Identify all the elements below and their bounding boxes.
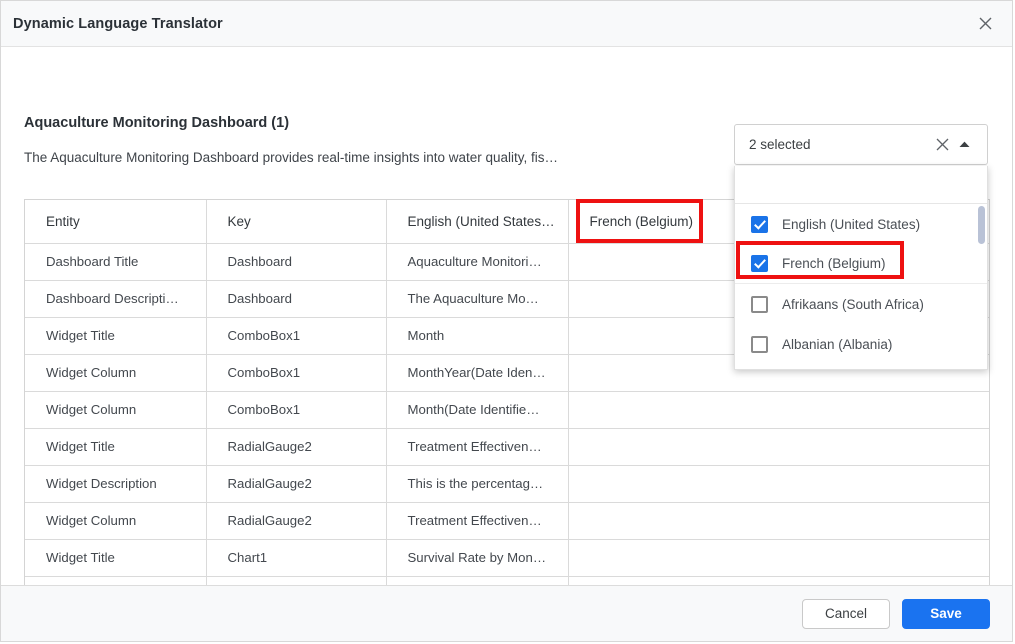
language-multiselect: 2 selected — [734, 124, 988, 165]
language-option[interactable]: Afrikaans (South Africa) — [735, 284, 987, 324]
language-option[interactable]: English (United States) — [735, 204, 987, 244]
dialog-titlebar: Dynamic Language Translator — [1, 1, 1012, 47]
cell-french[interactable] — [568, 502, 989, 539]
cancel-button[interactable]: Cancel — [802, 599, 890, 629]
cell-entity: Widget Title — [25, 428, 206, 465]
table-row[interactable]: Widget Description RadialGauge2 This is … — [25, 465, 989, 502]
checkbox-unchecked-icon[interactable] — [751, 296, 768, 313]
cell-french[interactable] — [568, 465, 989, 502]
page-description: The Aquaculture Monitoring Dashboard pro… — [24, 150, 558, 165]
cell-french[interactable] — [568, 428, 989, 465]
dialog-title: Dynamic Language Translator — [13, 16, 972, 32]
collapse-dropdown-button[interactable] — [953, 134, 975, 156]
table-row[interactable]: Widget Title RadialGauge2 Treatment Effe… — [25, 428, 989, 465]
column-header-english[interactable]: English (United States… — [386, 200, 568, 243]
cell-english: Treatment Effectiven… — [386, 428, 568, 465]
cell-key: ComboBox1 — [206, 354, 386, 391]
page-title: Aquaculture Monitoring Dashboard (1) — [24, 115, 289, 131]
checkbox-checked-icon[interactable] — [751, 216, 768, 233]
table-row[interactable]: Widget Column RadialGauge2 Treatment Eff… — [25, 502, 989, 539]
cell-key: RadialGauge2 — [206, 465, 386, 502]
language-option[interactable]: Albanian (Albania) — [735, 324, 987, 364]
cell-english: Month(Date Identifie… — [386, 391, 568, 428]
language-option-label: Afrikaans (South Africa) — [782, 297, 924, 312]
cell-key: Chart1 — [206, 576, 386, 585]
cell-entity: Widget Column — [25, 391, 206, 428]
language-option[interactable]: Alsatian (France) — [735, 364, 987, 369]
language-search-input[interactable] — [749, 177, 973, 192]
clear-selection-button[interactable] — [931, 134, 953, 156]
cell-entity: Widget Description — [25, 465, 206, 502]
cell-english: MonthYear(Date Iden… — [386, 354, 568, 391]
cell-key: Dashboard — [206, 280, 386, 317]
cell-french[interactable] — [568, 576, 989, 585]
column-header-entity[interactable]: Entity — [25, 200, 206, 243]
translator-dialog: Dynamic Language Translator Aquaculture … — [0, 0, 1013, 642]
cell-english: Treatment Effectiven… — [386, 502, 568, 539]
language-select-value: 2 selected — [749, 137, 931, 152]
language-option-label: English (United States) — [782, 217, 920, 232]
cell-english: The Aquaculture Mo… — [386, 280, 568, 317]
cell-entity: Widget Title — [25, 539, 206, 576]
cell-entity: Widget Title — [25, 317, 206, 354]
cell-french[interactable] — [568, 539, 989, 576]
language-dropdown-panel: English (United States) French (Belgium)… — [734, 166, 988, 370]
dropdown-scrollbar-thumb[interactable] — [978, 206, 985, 244]
cell-english: Survival rate helps id… — [386, 576, 568, 585]
cell-key: Chart1 — [206, 539, 386, 576]
language-search-row — [735, 166, 987, 204]
dialog-body: Aquaculture Monitoring Dashboard (1) The… — [1, 47, 1012, 585]
clear-icon — [936, 138, 949, 151]
cell-english: Aquaculture Monitori… — [386, 243, 568, 280]
language-option-label: Albanian (Albania) — [782, 337, 892, 352]
checkbox-unchecked-icon[interactable] — [751, 336, 768, 353]
language-option-list[interactable]: English (United States) French (Belgium)… — [735, 204, 987, 369]
close-icon — [979, 17, 992, 30]
language-option-label: French (Belgium) — [782, 256, 886, 271]
cell-entity: Widget Column — [25, 502, 206, 539]
dialog-footer: Cancel Save — [1, 585, 1012, 641]
table-row[interactable]: Widget Title Chart1 Survival Rate by Mon… — [25, 539, 989, 576]
close-button[interactable] — [972, 11, 998, 37]
language-option[interactable]: French (Belgium) — [735, 244, 987, 284]
cell-entity: Dashboard Descripti… — [25, 280, 206, 317]
table-row[interactable]: Widget Description Chart1 Survival rate … — [25, 576, 989, 585]
cell-english: Month — [386, 317, 568, 354]
cell-entity: Widget Description — [25, 576, 206, 585]
cell-key: RadialGauge2 — [206, 502, 386, 539]
cell-key: ComboBox1 — [206, 317, 386, 354]
table-row[interactable]: Widget Column ComboBox1 Month(Date Ident… — [25, 391, 989, 428]
cell-key: RadialGauge2 — [206, 428, 386, 465]
cell-entity: Dashboard Title — [25, 243, 206, 280]
cell-french[interactable] — [568, 391, 989, 428]
chevron-up-icon — [958, 140, 971, 149]
language-select-control[interactable]: 2 selected — [734, 124, 988, 165]
cell-english: Survival Rate by Mon… — [386, 539, 568, 576]
cell-english: This is the percentag… — [386, 465, 568, 502]
column-header-key[interactable]: Key — [206, 200, 386, 243]
cell-entity: Widget Column — [25, 354, 206, 391]
checkbox-checked-icon[interactable] — [751, 255, 768, 272]
dropdown-scrollbar[interactable] — [979, 204, 986, 369]
cell-key: Dashboard — [206, 243, 386, 280]
cell-key: ComboBox1 — [206, 391, 386, 428]
save-button[interactable]: Save — [902, 599, 990, 629]
